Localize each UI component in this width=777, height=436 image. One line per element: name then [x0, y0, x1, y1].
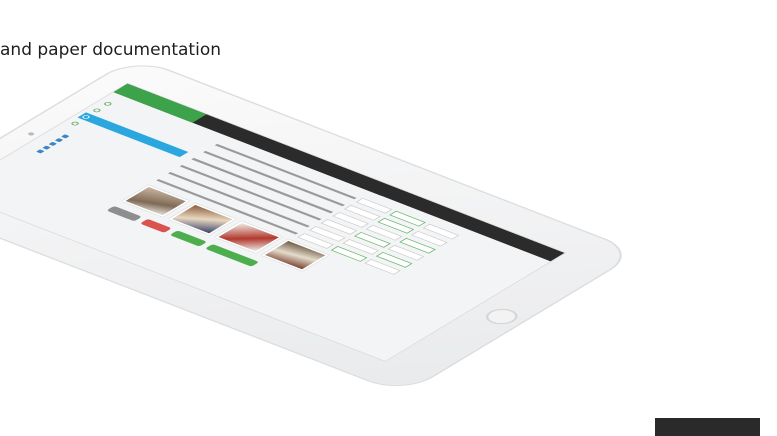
check-circle-icon [81, 114, 92, 120]
nav-item[interactable] [216, 123, 230, 131]
document-icon [54, 138, 64, 143]
document-icon [48, 141, 58, 146]
back-button[interactable] [106, 205, 143, 222]
nav-item[interactable] [260, 141, 274, 149]
caption-text: and paper documentation [0, 40, 221, 60]
check-circle-icon [92, 107, 103, 113]
nav-item[interactable] [249, 136, 263, 144]
document-icon [60, 134, 70, 139]
check-circle-icon [70, 120, 81, 126]
check-circle-icon [103, 101, 114, 107]
nav-item[interactable] [227, 128, 241, 136]
document-icon [42, 145, 51, 150]
document-icon [36, 149, 45, 154]
approve-button[interactable] [169, 230, 208, 247]
reject-button[interactable] [139, 218, 172, 233]
tablet-device [0, 58, 638, 394]
dark-corner-box [655, 418, 760, 436]
nav-item[interactable] [238, 132, 252, 140]
